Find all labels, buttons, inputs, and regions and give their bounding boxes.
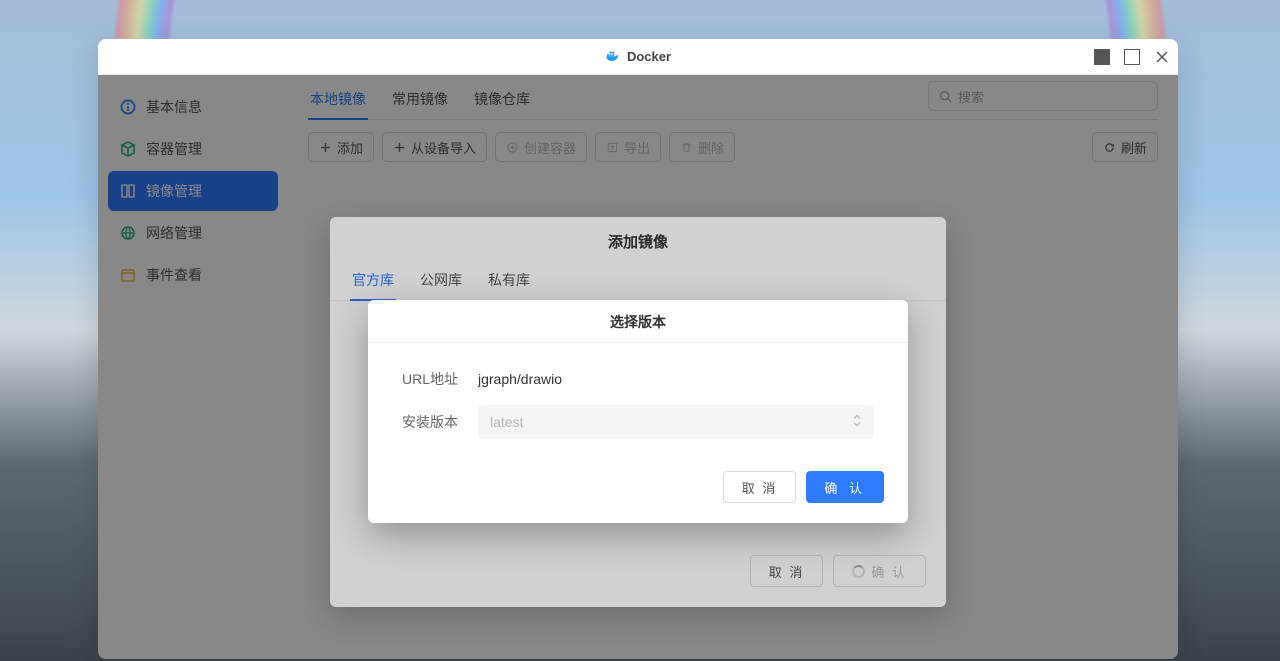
version-placeholder: latest (490, 414, 523, 430)
minimize-button[interactable] (1094, 49, 1110, 65)
docker-icon (605, 49, 621, 65)
url-label: URL地址 (402, 369, 478, 389)
close-button[interactable] (1154, 49, 1170, 65)
url-value: jgraph/drawio (478, 371, 562, 387)
modal-title: 选择版本 (368, 300, 908, 343)
version-label: 安装版本 (402, 412, 478, 432)
titlebar: Docker (98, 39, 1178, 75)
app-window: Docker 基本信息 容器管理 镜像管理 (98, 39, 1178, 659)
version-select[interactable]: latest (478, 405, 874, 439)
select-version-modal: 选择版本 URL地址 jgraph/drawio 安装版本 latest 取 消… (368, 300, 908, 523)
window-title: Docker (627, 49, 671, 64)
chevron-up-down-icon (852, 414, 862, 431)
modal2-confirm-button[interactable]: 确 认 (806, 471, 884, 503)
modal2-cancel-button[interactable]: 取 消 (723, 471, 797, 503)
maximize-button[interactable] (1124, 49, 1140, 65)
